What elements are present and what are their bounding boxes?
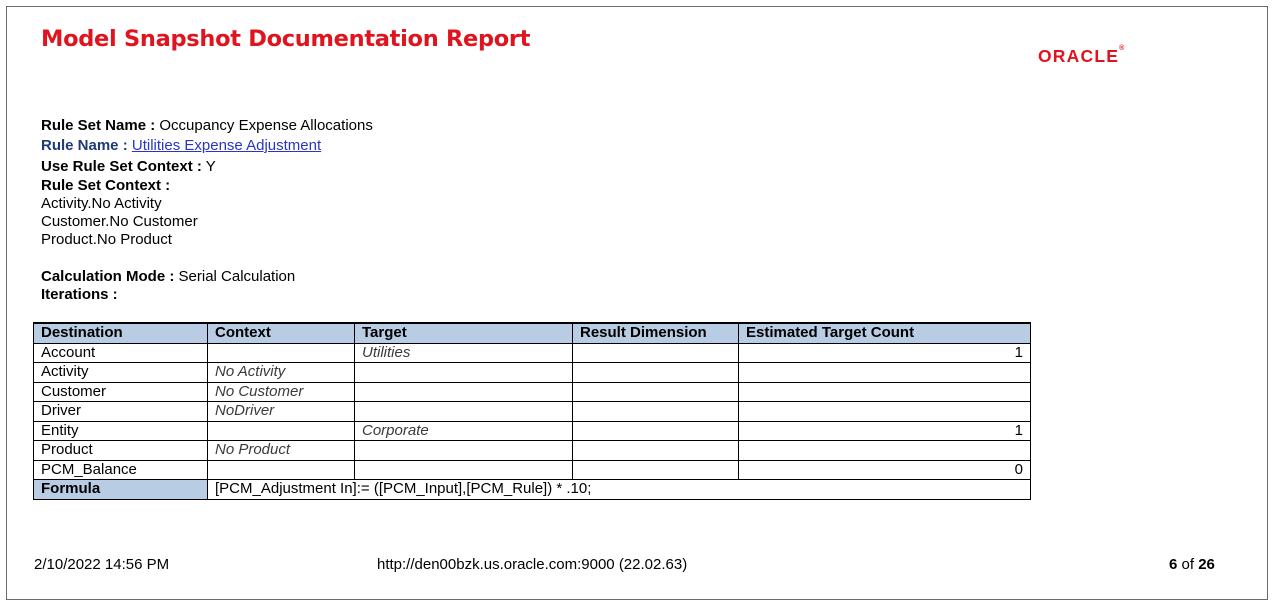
cell-count [738, 440, 1031, 461]
oracle-logo: ORACLE® [1038, 45, 1125, 67]
cell-target: Corporate [354, 420, 573, 441]
registered-mark: ® [1119, 45, 1125, 52]
context-item: Activity.No Activity [41, 195, 162, 212]
cell-count [738, 381, 1031, 402]
destination-table: Destination Context Target Result Dimens… [33, 322, 1031, 500]
cell-result [572, 420, 739, 441]
table-row: Product No Product [33, 440, 1031, 461]
formula-label: Formula [33, 479, 208, 500]
cell-target [354, 362, 573, 383]
header-context: Context [207, 322, 355, 344]
header-destination: Destination [33, 322, 208, 344]
cell-context: No Activity [207, 362, 355, 383]
cell-destination: Customer [33, 381, 208, 402]
cell-destination: PCM_Balance [33, 459, 208, 480]
table-row: Customer No Customer [33, 381, 1031, 402]
cell-count: 1 [738, 342, 1031, 363]
context-item: Product.No Product [41, 231, 172, 248]
cell-destination: Driver [33, 401, 208, 422]
calculation-mode: Calculation Mode : Serial Calculation [41, 268, 295, 286]
report-title: Model Snapshot Documentation Report [41, 26, 531, 52]
cell-result [572, 401, 739, 422]
cell-count: 0 [738, 459, 1031, 480]
rule-set-name-label: Rule Set Name : [41, 117, 156, 134]
footer-timestamp: 2/10/2022 14:56 PM [34, 556, 170, 573]
calc-mode-label: Calculation Mode : [41, 268, 175, 285]
cell-destination: Account [33, 342, 208, 363]
iterations: Iterations : [41, 286, 118, 304]
page-of: of [1177, 556, 1199, 573]
cell-target [354, 401, 573, 422]
rule-set-context: Rule Set Context : [41, 177, 170, 195]
cell-context: NoDriver [207, 401, 355, 422]
table-row: Entity Corporate 1 [33, 420, 1031, 441]
rule-set-name-value: Occupancy Expense Allocations [159, 117, 373, 134]
rule-name-label: Rule Name : [41, 137, 128, 154]
table-row: Driver NoDriver [33, 401, 1031, 422]
footer-url: http://den00bzk.us.oracle.com:9000 (22.0… [377, 556, 688, 573]
use-context-value: Y [205, 158, 216, 175]
rule-set-name: Rule Set Name : Occupancy Expense Alloca… [41, 117, 373, 135]
rule-name: Rule Name : Utilities Expense Adjustment [41, 137, 321, 155]
cell-destination: Activity [33, 362, 208, 383]
page-number: 6 of 26 [1169, 556, 1215, 573]
table-row: PCM_Balance 0 [33, 459, 1031, 480]
cell-count [738, 362, 1031, 383]
cell-destination: Product [33, 440, 208, 461]
cell-context [207, 342, 355, 363]
oracle-logo-text: ORACLE [1038, 46, 1120, 66]
header-estimated-target-count: Estimated Target Count [738, 322, 1031, 344]
page-total: 26 [1198, 556, 1215, 573]
formula-value: [PCM_Adjustment In]:= ([PCM_Input],[PCM_… [207, 479, 1031, 500]
cell-target [354, 440, 573, 461]
table-row: Account Utilities 1 [33, 342, 1031, 363]
cell-target [354, 459, 573, 480]
header-result-dimension: Result Dimension [572, 322, 739, 344]
use-context-label: Use Rule Set Context : [41, 158, 202, 175]
cell-count [738, 401, 1031, 422]
cell-result [572, 381, 739, 402]
cell-target: Utilities [354, 342, 573, 363]
table-row: Activity No Activity [33, 362, 1031, 383]
cell-target [354, 381, 573, 402]
cell-context [207, 459, 355, 480]
cell-destination: Entity [33, 420, 208, 441]
formula-row: Formula [PCM_Adjustment In]:= ([PCM_Inpu… [33, 479, 1031, 500]
table-header-row: Destination Context Target Result Dimens… [33, 322, 1031, 344]
cell-context: No Customer [207, 381, 355, 402]
header-target: Target [354, 322, 573, 344]
cell-result [572, 440, 739, 461]
cell-result [572, 362, 739, 383]
cell-count: 1 [738, 420, 1031, 441]
cell-context: No Product [207, 440, 355, 461]
cell-context [207, 420, 355, 441]
use-rule-set-context: Use Rule Set Context : Y [41, 158, 216, 176]
context-item: Customer.No Customer [41, 213, 198, 230]
calc-mode-value: Serial Calculation [178, 268, 296, 285]
rule-name-link[interactable]: Utilities Expense Adjustment [132, 137, 321, 154]
cell-result [572, 342, 739, 363]
page-frame [6, 6, 1268, 600]
iterations-label: Iterations : [41, 286, 118, 303]
rule-set-context-label: Rule Set Context : [41, 177, 171, 194]
cell-result [572, 459, 739, 480]
